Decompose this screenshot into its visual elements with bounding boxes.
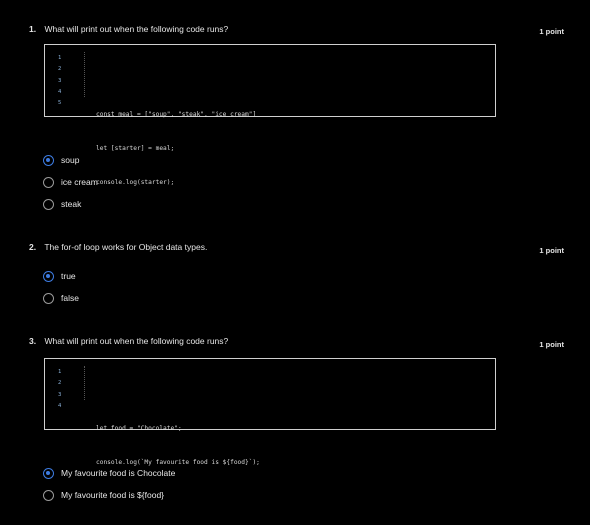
line-number: 3: [58, 391, 62, 398]
option-label: ice cream: [61, 177, 98, 187]
question-3-text: What will print out when the following c…: [44, 336, 229, 346]
line-number: 3: [58, 77, 62, 84]
question-1-line-numbers: 1 2 3 4 5: [58, 53, 61, 109]
radio-button-selected[interactable]: [43, 270, 54, 282]
question-3-points: 1 point: [539, 340, 564, 349]
question-1-points: 1 point: [539, 27, 564, 36]
code-line: console.log(starter);: [96, 179, 175, 187]
code-gutter-divider: [84, 366, 85, 400]
question-2-points: 1 point: [539, 246, 564, 255]
question-1-number: 1.: [29, 24, 37, 34]
radio-button[interactable]: [43, 489, 54, 501]
line-number: 1: [58, 369, 62, 375]
line-number: 2: [58, 380, 62, 387]
question-3-code-block: 1 2 3 4 let food = "Chocolate"; console.…: [44, 358, 496, 466]
radio-button[interactable]: [43, 292, 54, 304]
radio-button[interactable]: [43, 198, 54, 210]
question-1-code: const meal = ["soup", "steak", "ice crea…: [96, 53, 256, 245]
option-label: My favourite food is Chocolate: [61, 468, 176, 478]
option-label: soup: [61, 155, 80, 165]
question-3-number: 3.: [29, 336, 37, 346]
radio-button-selected[interactable]: [43, 467, 54, 479]
question-1-code-block: 1 2 3 4 5 const meal = ["soup", "steak",…: [44, 44, 496, 186]
question-2-number: 2.: [29, 242, 37, 252]
question-3-line-numbers: 1 2 3 4: [58, 367, 61, 412]
code-line: const meal = ["soup", "steak", "ice crea…: [96, 111, 257, 119]
question-1-option-steak[interactable]: steak: [43, 197, 81, 211]
line-number: 2: [58, 66, 62, 73]
question-1-header: 1. What will print out when the followin…: [29, 24, 228, 34]
question-1-text: What will print out when the following c…: [44, 24, 229, 34]
line-number: 4: [58, 88, 62, 95]
option-label: My favourite food is ${food}: [61, 490, 165, 500]
question-2-header: 2. The for-of loop works for Object data…: [29, 242, 207, 252]
radio-button[interactable]: [43, 176, 54, 188]
question-2-option-true[interactable]: true: [43, 269, 76, 283]
option-label: false: [61, 293, 79, 303]
radio-button-selected[interactable]: [43, 154, 54, 166]
code-gutter-divider: [84, 52, 85, 97]
option-label: true: [61, 271, 76, 281]
line-number: 5: [58, 100, 62, 107]
line-number: 1: [58, 55, 62, 61]
question-1-option-soup[interactable]: soup: [43, 153, 79, 167]
question-2-text: The for-of loop works for Object data ty…: [44, 242, 208, 252]
question-2-option-false[interactable]: false: [43, 291, 79, 305]
option-label: steak: [61, 199, 82, 209]
question-3-option-chocolate[interactable]: My favourite food is Chocolate: [43, 466, 175, 480]
code-line: let [starter] = meal;: [96, 145, 175, 153]
question-3-header: 3. What will print out when the followin…: [29, 336, 228, 346]
question-3-option-template-literal[interactable]: My favourite food is ${food}: [43, 488, 164, 502]
question-1-option-ice-cream[interactable]: ice cream: [43, 175, 98, 189]
code-line: let food = "Chocolate";: [96, 425, 182, 433]
line-number: 4: [58, 402, 62, 409]
